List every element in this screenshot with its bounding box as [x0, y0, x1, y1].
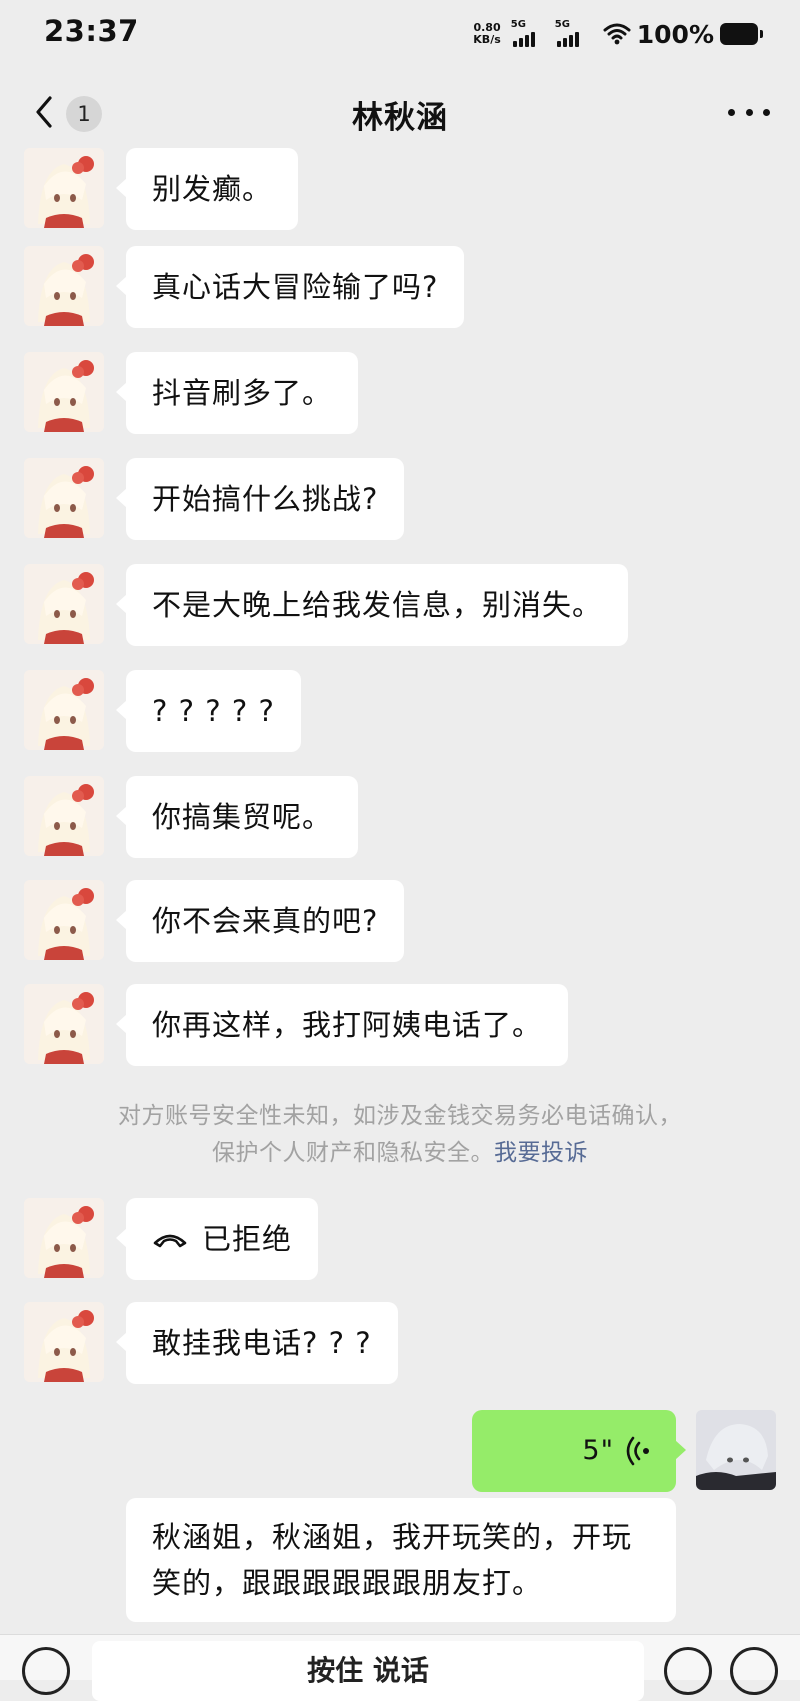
contact-avatar[interactable]: [24, 352, 104, 432]
status-icons: 0.80 KB/s 5G 5G 100%: [473, 16, 763, 52]
voice-wave-icon: [626, 1436, 649, 1466]
chat-title: 林秋涵: [352, 100, 448, 136]
battery-icon: [720, 23, 763, 45]
plus-icon[interactable]: [730, 1647, 778, 1695]
anime-boy-avatar-icon: [696, 1410, 776, 1490]
contact-avatar[interactable]: [24, 670, 104, 750]
report-link[interactable]: 我要投诉: [494, 1140, 588, 1166]
voice-duration: 5": [582, 1435, 614, 1466]
message-bubble[interactable]: 你再这样，我打阿姨电话了。: [115, 984, 569, 1066]
status-time: 23:37: [44, 14, 139, 48]
message-bubble[interactable]: 你不会来真的吧?: [115, 880, 405, 962]
message-bubble[interactable]: 你搞集贸呢。: [115, 776, 359, 858]
anime-girl-avatar-icon: [24, 670, 104, 750]
chat-header: 1 林秋涵: [0, 80, 800, 144]
anime-girl-avatar-icon: [24, 148, 104, 228]
contact-avatar[interactable]: [24, 984, 104, 1064]
call-status-label: 已拒绝: [202, 1222, 293, 1256]
security-notice: 对方账号安全性未知，如涉及金钱交易务必电话确认， 保护个人财产和隐私安全。我要投…: [118, 1103, 682, 1166]
anime-girl-avatar-icon: [24, 1198, 104, 1278]
dot-icon: [745, 108, 753, 116]
dot-icon: [763, 108, 770, 116]
message-bubble[interactable]: 抖音刷多了。: [115, 352, 359, 434]
voice-message-bubble[interactable]: 5": [472, 1410, 686, 1492]
contact-avatar[interactable]: [24, 246, 104, 326]
anime-girl-avatar-icon: [24, 776, 104, 856]
emoji-icon[interactable]: [664, 1647, 712, 1695]
contact-avatar[interactable]: [24, 148, 104, 228]
message-bubble[interactable]: 敢挂我电话? ? ?: [116, 1302, 398, 1384]
contact-avatar[interactable]: [24, 564, 104, 644]
hold-to-talk-button[interactable]: 按住 说话: [92, 1641, 644, 1701]
message-bubble[interactable]: 不是大晚上给我发信息，别消失。: [115, 564, 629, 646]
anime-girl-avatar-icon: [24, 880, 104, 960]
wifi-icon: [603, 23, 631, 45]
contact-avatar[interactable]: [24, 1198, 104, 1278]
anime-girl-avatar-icon: [24, 458, 104, 538]
message-bubble[interactable]: 别发癫。: [115, 148, 299, 230]
my-avatar[interactable]: [696, 1410, 776, 1490]
call-record-bubble[interactable]: 已拒绝: [115, 1198, 319, 1280]
message-bubble[interactable]: 真心话大冒险输了吗?: [115, 246, 465, 328]
anime-girl-avatar-icon: [24, 246, 104, 326]
contact-avatar[interactable]: [24, 880, 104, 960]
anime-girl-avatar-icon: [24, 352, 104, 432]
anime-girl-avatar-icon: [24, 564, 104, 644]
network-speed: 0.80 KB/s: [473, 21, 501, 46]
voice-input-toggle-icon[interactable]: [22, 1647, 70, 1695]
signal-icon: 5G: [511, 19, 547, 47]
contact-avatar[interactable]: [24, 458, 104, 538]
signal-icon: 5G: [555, 19, 591, 47]
message-bubble[interactable]: 秋涵姐，秋涵姐，我开玩笑的，开玩笑的，跟跟跟跟跟跟朋友打。: [126, 1498, 676, 1622]
phone-hangup-icon: [153, 1234, 187, 1248]
contact-avatar[interactable]: [24, 776, 104, 856]
message-bubble[interactable]: ? ? ? ? ?: [116, 670, 301, 752]
contact-avatar[interactable]: [24, 1302, 104, 1382]
battery-percent: 100%: [636, 19, 714, 49]
dot-icon: [728, 108, 735, 116]
status-bar: 23:37 0.80 KB/s 5G 5G 100%: [0, 0, 800, 70]
chat-input-bar: 按住 说话: [0, 1634, 800, 1701]
message-bubble[interactable]: 开始搞什么挑战?: [115, 458, 405, 540]
anime-girl-avatar-icon: [24, 1302, 104, 1382]
anime-girl-avatar-icon: [24, 984, 104, 1064]
more-options-button[interactable]: [728, 100, 770, 124]
